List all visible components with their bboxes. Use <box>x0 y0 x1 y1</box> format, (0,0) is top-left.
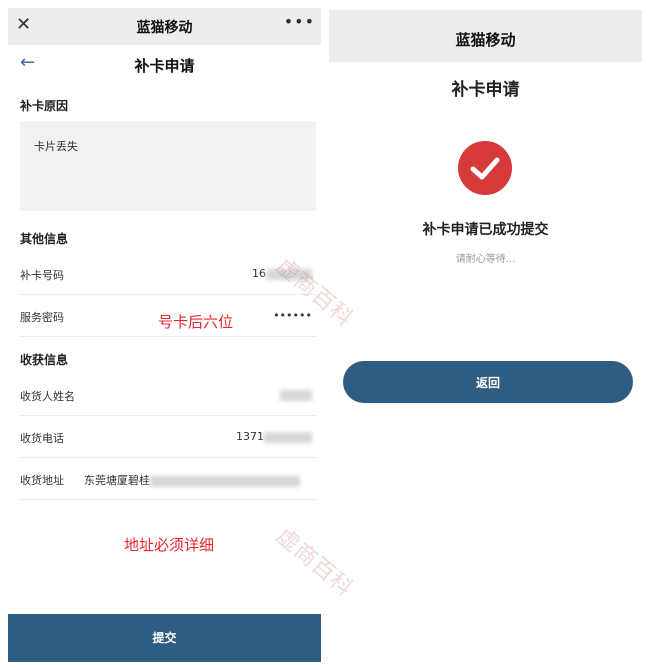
receiver-name-value <box>280 388 312 401</box>
success-screen: 蓝猫移动 补卡申请 补卡申请已成功提交 请耐心等待... 返回 <box>329 10 642 660</box>
service-password-label: 服务密码 <box>20 311 64 324</box>
back-label: 返回 <box>475 376 500 390</box>
service-password-value: •••••• <box>273 309 312 322</box>
reason-section-title: 补卡原因 <box>20 99 69 113</box>
receive-section-title: 收获信息 <box>20 353 69 367</box>
window-title: 蓝猫移动 <box>136 20 193 36</box>
annotation-address-hint: 地址必须详细 <box>124 536 215 554</box>
receiver-phone-label: 收货电话 <box>20 432 64 445</box>
reason-value: 卡片丢失 <box>34 140 78 153</box>
receiver-name-label: 收货人姓名 <box>20 390 75 403</box>
address-value: 东莞塘厦碧桂 <box>84 472 300 488</box>
annotation-password-hint: 号卡后六位 <box>158 313 234 331</box>
address-label: 收货地址 <box>20 474 64 487</box>
other-section-title: 其他信息 <box>20 232 69 246</box>
card-number-label: 补卡号码 <box>20 269 64 282</box>
address-row[interactable]: 收货地址 东莞塘厦碧桂 <box>20 459 316 500</box>
window-titlebar: 蓝猫移动 <box>329 10 642 62</box>
receiver-phone-row[interactable]: 收货电话 1371 <box>20 417 316 458</box>
page-title: 补卡申请 <box>134 57 195 75</box>
window-title: 蓝猫移动 <box>455 31 516 49</box>
apply-form-screen: ✕ 蓝猫移动 ••• ← 补卡申请 补卡原因 卡片丢失 其他信息 补卡号码 16… <box>8 8 321 662</box>
page-title: 补卡申请 <box>451 80 520 100</box>
receiver-phone-value: 1371 <box>236 430 312 443</box>
wait-message: 请耐心等待... <box>455 254 516 265</box>
receiver-name-row[interactable]: 收货人姓名 <box>20 375 316 416</box>
reason-textarea[interactable]: 卡片丢失 <box>20 121 316 211</box>
submit-button[interactable]: 提交 <box>8 614 321 662</box>
more-icon[interactable]: ••• <box>284 12 315 31</box>
page-header: ← 补卡申请 <box>8 45 321 85</box>
success-message: 补卡申请已成功提交 <box>422 222 549 238</box>
back-button[interactable]: 返回 <box>343 361 633 403</box>
window-titlebar: ✕ 蓝猫移动 ••• <box>8 8 321 45</box>
submit-label: 提交 <box>152 631 177 645</box>
success-check-icon <box>458 141 512 195</box>
